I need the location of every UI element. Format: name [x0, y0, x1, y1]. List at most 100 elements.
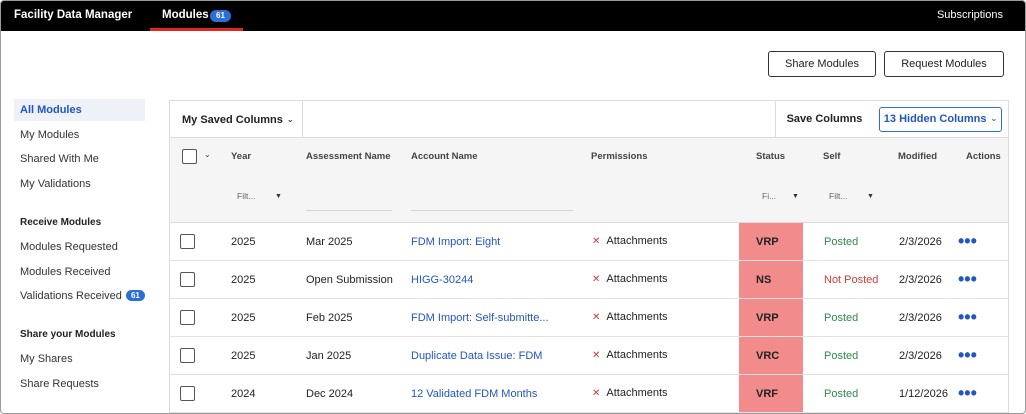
assessment-cell: Open Submission [306, 274, 393, 286]
select-all-checkbox[interactable] [182, 149, 197, 164]
year-filter-select[interactable]: Filt... ▼ [237, 191, 282, 201]
column-header-self[interactable]: Self [823, 151, 840, 162]
more-actions-icon[interactable]: ••• [958, 346, 977, 364]
modified-cell: 2/3/2026 [899, 274, 942, 286]
status-cell: VRP [756, 312, 779, 324]
sidebar-item-my-shares[interactable]: My Shares [14, 348, 145, 370]
table-row[interactable]: 2025 Open Submission HIGG-30244 ✕ Attachm… [170, 261, 1008, 299]
table-row[interactable]: 2024 Dec 2024 12 Validated FDM Months ✕ A… [170, 375, 1008, 413]
status-cell: VRF [756, 388, 778, 400]
account-link[interactable]: FDM Import: Self-submitte... [411, 312, 549, 324]
save-columns-button[interactable]: Save Columns [775, 101, 873, 138]
sidebar-item-label: Validations Received [20, 290, 122, 302]
saved-columns-dropdown[interactable]: My Saved Columns ⌄ [170, 101, 303, 138]
chevron-down-icon: ⌄ [990, 114, 998, 123]
hidden-columns-label: 13 Hidden Columns [883, 113, 987, 125]
subscriptions-link[interactable]: Subscriptions [937, 9, 1003, 21]
permissions-cell: ✕ Attachments [592, 349, 668, 361]
permissions-cell: ✕ Attachments [592, 311, 668, 323]
app-window: Facility Data Manager Modules 61 Subscri… [0, 0, 1026, 414]
assessment-filter-input[interactable] [306, 210, 392, 211]
self-status-cell: Posted [824, 388, 859, 400]
close-icon: ✕ [592, 236, 601, 247]
share-modules-button[interactable]: Share Modules [768, 51, 876, 77]
sidebar-item-shared-with-me[interactable]: Shared With Me [14, 148, 145, 170]
year-cell: 2025 [231, 236, 256, 248]
assessment-cell: Dec 2024 [306, 388, 354, 400]
sidebar-item-modules-requested[interactable]: Modules Requested [14, 236, 145, 258]
account-link[interactable]: 12 Validated FDM Months [411, 388, 537, 400]
row-checkbox[interactable] [180, 272, 195, 287]
column-header-permissions[interactable]: Permissions [591, 151, 648, 162]
sidebar-item-my-validations[interactable]: My Validations [14, 173, 145, 195]
assessment-cell: Jan 2025 [306, 350, 352, 362]
row-checkbox[interactable] [180, 234, 195, 249]
column-header-assessment-name[interactable]: Assessment Name [306, 151, 391, 162]
column-header-account-name[interactable]: Account Name [411, 151, 478, 162]
sidebar-heading-receive: Receive Modules [20, 217, 102, 228]
self-status-cell: Posted [824, 350, 859, 362]
sidebar-heading-share: Share your Modules [20, 329, 116, 340]
modules-table: My Saved Columns ⌄ Save Columns 13 Hidden… [169, 100, 1009, 413]
self-filter-select[interactable]: Filt... ▼ [829, 191, 874, 201]
status-cell: VRC [756, 350, 780, 362]
permissions-value: Attachments [606, 235, 668, 247]
close-icon: ✕ [592, 274, 601, 285]
table-row[interactable]: 2025 Jan 2025 Duplicate Data Issue: FDM … [170, 337, 1008, 375]
more-actions-icon[interactable]: ••• [958, 308, 977, 326]
row-checkbox[interactable] [180, 386, 195, 401]
active-tab-indicator [150, 28, 243, 31]
column-header-year[interactable]: Year [231, 151, 251, 162]
column-header-modified[interactable]: Modified [898, 151, 937, 162]
chevron-down-icon[interactable]: ⌄ [204, 150, 211, 159]
request-modules-button[interactable]: Request Modules [884, 51, 1004, 77]
status-cell: NS [756, 274, 772, 286]
status-cell: VRP [756, 236, 779, 248]
table-toolbar: My Saved Columns ⌄ Save Columns 13 Hidden… [170, 101, 1008, 138]
permissions-value: Attachments [606, 349, 668, 361]
more-actions-icon[interactable]: ••• [958, 232, 977, 250]
permissions-cell: ✕ Attachments [592, 387, 668, 399]
more-actions-icon[interactable]: ••• [958, 384, 977, 402]
table-row[interactable]: 2025 Feb 2025 FDM Import: Self-submitte.… [170, 299, 1008, 337]
account-link[interactable]: HIGG-30244 [411, 274, 473, 286]
close-icon: ✕ [592, 388, 601, 399]
permissions-value: Attachments [606, 273, 668, 285]
saved-columns-label: My Saved Columns [182, 114, 283, 126]
table-header: ⌄ Year Assessment Name Account Name Perm… [170, 138, 1008, 223]
assessment-cell: Mar 2025 [306, 236, 353, 248]
account-link[interactable]: Duplicate Data Issue: FDM [411, 350, 542, 362]
year-filter-value: Filt... [237, 191, 256, 201]
account-filter-input[interactable] [411, 210, 573, 211]
account-link[interactable]: FDM Import: Eight [411, 236, 500, 248]
self-filter-value: Filt... [829, 191, 848, 201]
year-cell: 2025 [231, 350, 256, 362]
assessment-cell: Feb 2025 [306, 312, 353, 324]
tab-modules-label: Modules [162, 9, 209, 21]
sidebar-item-all-modules[interactable]: All Modules [14, 99, 145, 121]
sidebar-item-modules-received[interactable]: Modules Received [14, 261, 145, 283]
top-nav-bar: Facility Data Manager Modules 61 Subscri… [1, 1, 1025, 31]
year-cell: 2024 [231, 388, 256, 400]
status-filter-select[interactable]: Fi... ▼ [762, 191, 799, 201]
more-actions-icon[interactable]: ••• [958, 270, 977, 288]
app-title[interactable]: Facility Data Manager [14, 9, 132, 21]
sidebar-item-my-modules[interactable]: My Modules [14, 124, 145, 146]
sidebar-item-validations-received[interactable]: Validations Received 61 [14, 285, 145, 307]
permissions-cell: ✕ Attachments [592, 235, 668, 247]
caret-down-icon: ▼ [792, 193, 799, 200]
row-checkbox[interactable] [180, 310, 195, 325]
permissions-value: Attachments [606, 387, 668, 399]
table-row[interactable]: 2025 Mar 2025 FDM Import: Eight ✕ Attachm… [170, 223, 1008, 261]
tab-modules[interactable]: Modules 61 [150, 1, 243, 31]
modules-count-badge: 61 [210, 10, 231, 22]
permissions-cell: ✕ Attachments [592, 273, 668, 285]
chevron-down-icon: ⌄ [286, 115, 294, 124]
column-header-status[interactable]: Status [756, 151, 785, 162]
sidebar-item-share-requests[interactable]: Share Requests [14, 373, 145, 395]
hidden-columns-button[interactable]: 13 Hidden Columns ⌄ [879, 107, 1002, 132]
row-checkbox[interactable] [180, 348, 195, 363]
self-status-cell: Not Posted [824, 274, 879, 286]
modified-cell: 2/3/2026 [899, 312, 942, 324]
modified-cell: 2/3/2026 [899, 350, 942, 362]
